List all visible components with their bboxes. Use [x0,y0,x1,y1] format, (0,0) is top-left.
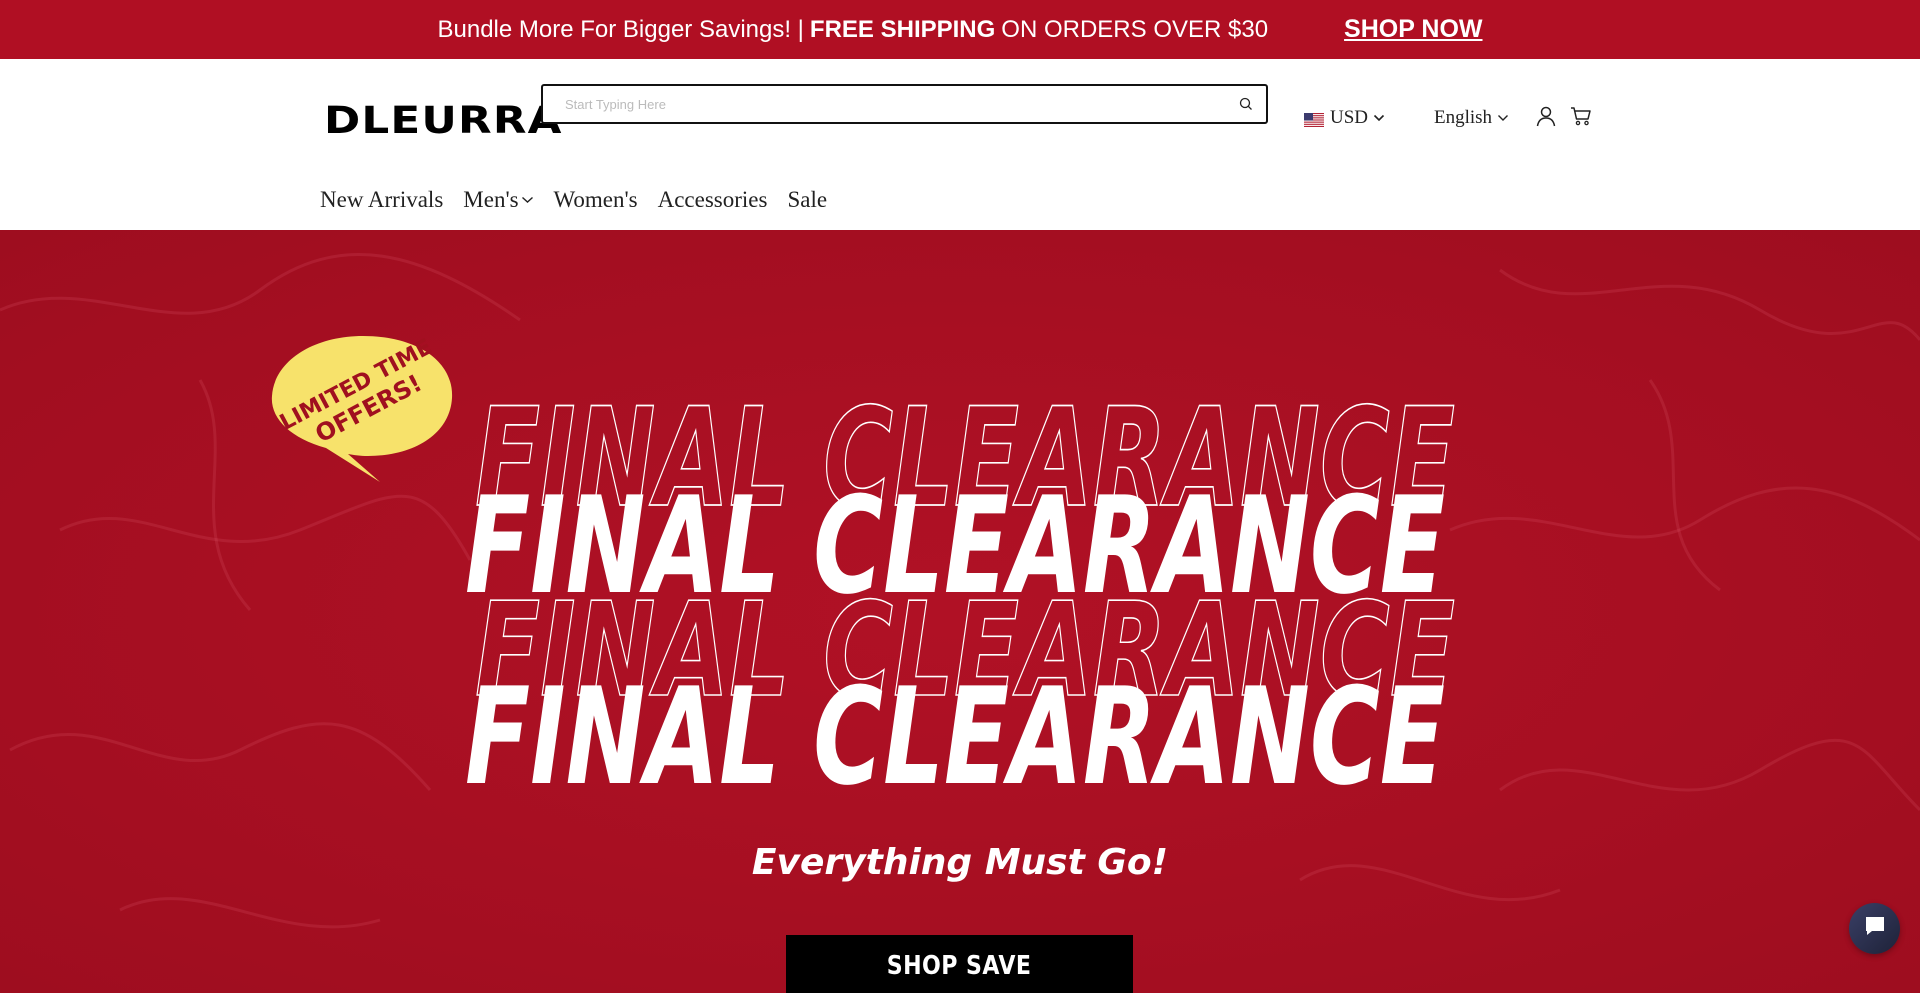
nav-item-womens[interactable]: Women's [554,187,638,213]
shop-now-link[interactable]: SHOP NOW [1344,15,1482,44]
search-input[interactable] [543,96,1226,112]
cart-icon[interactable] [1570,106,1592,131]
brand-logo[interactable]: DLEURRA [324,99,563,142]
nav-item-label: Men's [463,187,519,212]
nav-item-sale[interactable]: Sale [787,187,827,213]
shop-save-button[interactable]: SHOP SAVE [786,935,1133,993]
chevron-down-icon [521,196,534,204]
chevron-down-icon [1373,114,1385,122]
announcement-threshold: ON ORDERS OVER $30 [1001,15,1269,43]
shop-save-label: SHOP SAVE [887,951,1032,981]
us-flag-icon [1304,111,1324,127]
nav-item-mens[interactable]: Men's [463,187,533,213]
nav-item-accessories[interactable]: Accessories [658,187,768,213]
nav-item-label: Women's [553,187,638,212]
hero-banner: LIMITED TIME OFFERS! FINAL CLEARANCE FIN… [0,230,1920,993]
announcement-text: Bundle More For Bigger Savings! | [437,15,804,43]
hero-tagline: Everything Must Go! [751,842,1169,883]
account-icon[interactable] [1535,105,1557,132]
headline-graphic: FINAL CLEARANCE FINAL CLEARANCE FINAL CL… [465,378,1456,815]
announcement-message: Bundle More For Bigger Savings! | FREE S… [438,16,1269,44]
language-selector[interactable]: English [1434,107,1509,129]
announcement-bar: Bundle More For Bigger Savings! | FREE S… [0,0,1920,59]
headline-solid-2: FINAL CLEARANCE [465,659,1445,815]
nav-item-label: New Arrivals [320,187,444,212]
chevron-down-icon [1497,114,1509,122]
language-label: English [1434,107,1493,128]
nav-item-label: Accessories [657,187,768,212]
currency-label: USD [1330,107,1369,128]
announcement-free-shipping: FREE SHIPPING [809,15,996,43]
chat-widget-button[interactable] [1849,903,1900,954]
nav-item-new-arrivals[interactable]: New Arrivals [320,187,443,213]
main-nav: New Arrivals Men's Women's Accessories S… [320,187,847,213]
hero-headline: FINAL CLEARANCE FINAL CLEARANCE FINAL CL… [0,230,1920,830]
site-header: DLEURRA USD English [0,59,1920,230]
search-icon[interactable] [1226,97,1266,111]
chat-bubble-icon [1863,914,1887,943]
search-bar [541,84,1268,124]
currency-selector[interactable]: USD [1304,107,1385,129]
nav-item-label: Sale [787,187,828,212]
